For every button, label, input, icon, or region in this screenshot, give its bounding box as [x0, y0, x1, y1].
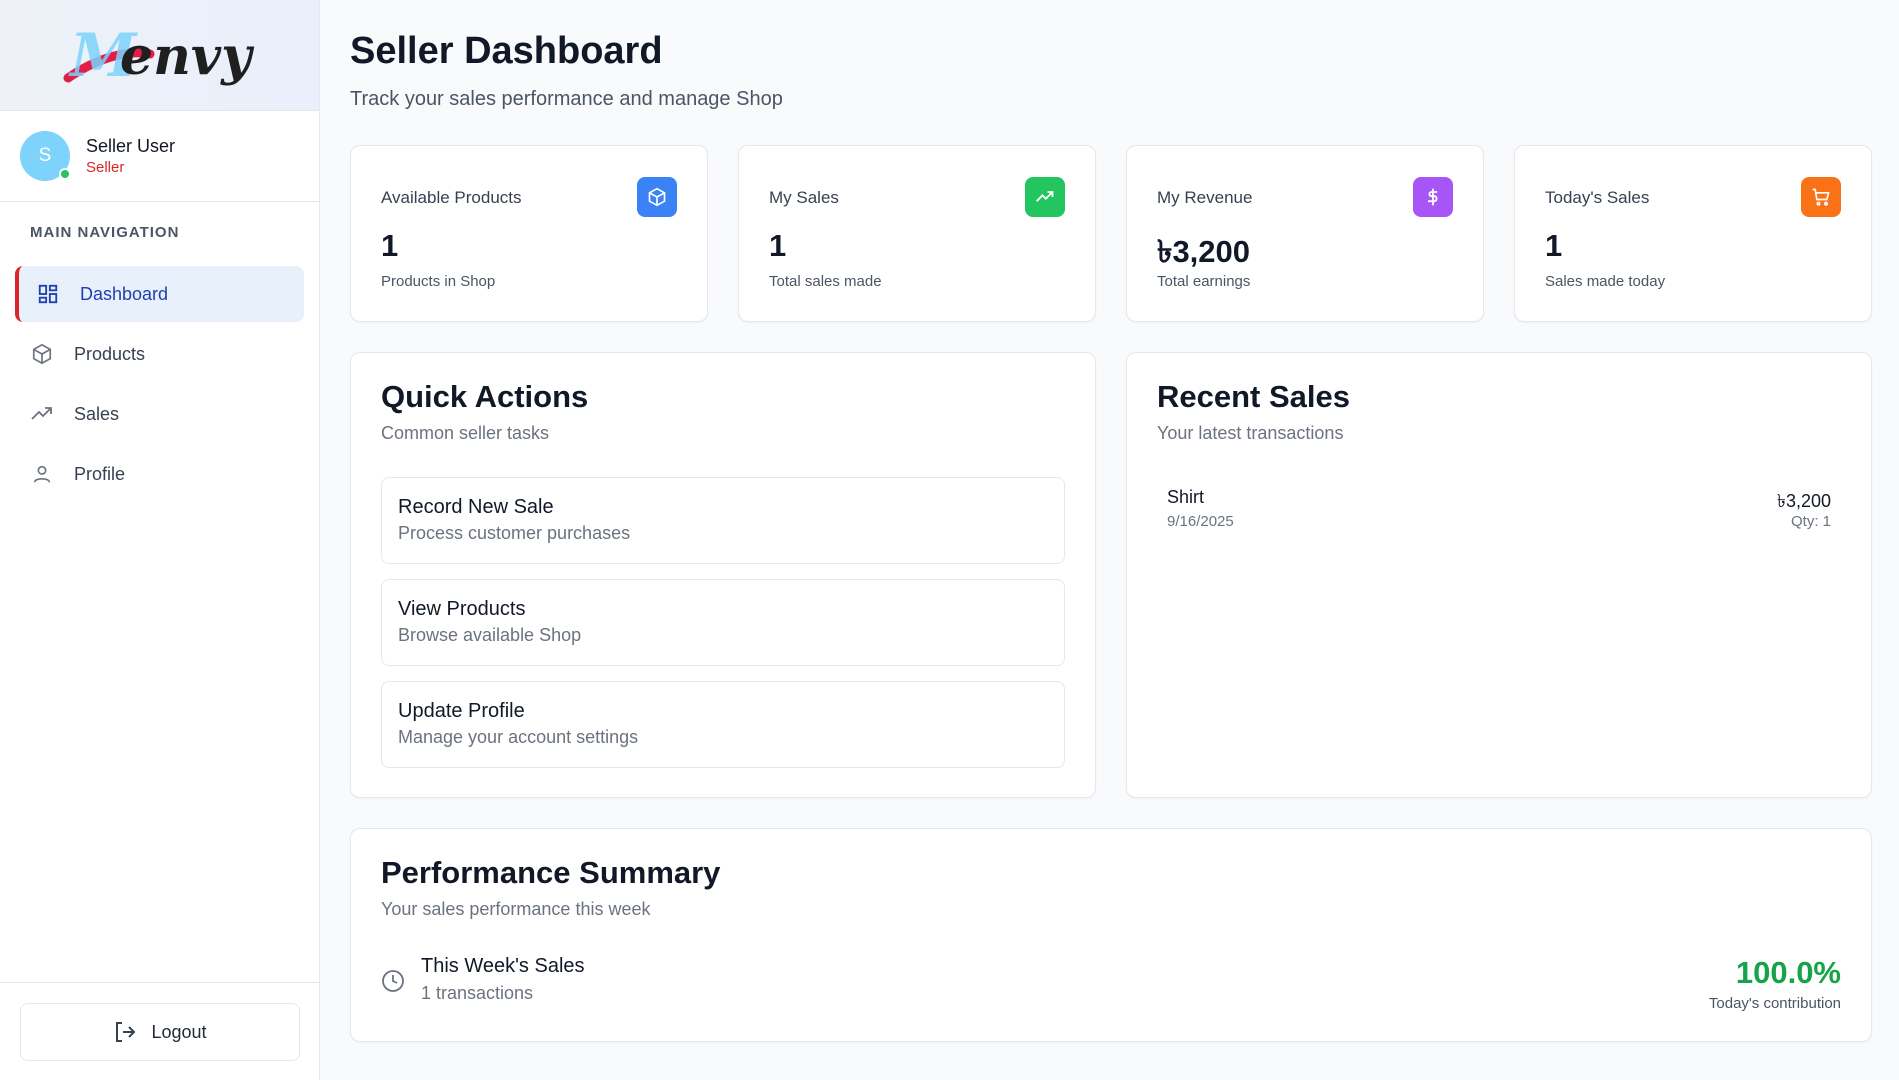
- brand-logo[interactable]: M envy: [60, 20, 260, 90]
- user-name: Seller User: [86, 136, 176, 156]
- stat-value: 1: [1545, 228, 1563, 263]
- recent-sales-title: Recent Sales: [1157, 379, 1350, 414]
- trending-up-icon: [30, 402, 54, 426]
- sidebar-item-products[interactable]: Products: [15, 326, 304, 382]
- action-subtitle: Manage your account settings: [398, 727, 639, 747]
- dollar-icon: [1413, 177, 1453, 217]
- package-icon: [30, 342, 54, 366]
- user-block: S Seller User Seller: [0, 111, 319, 202]
- sale-quantity: Qty: 1: [1790, 513, 1831, 530]
- sidebar-item-sales[interactable]: Sales: [15, 386, 304, 442]
- nav-heading: MAIN NAVIGATION: [30, 224, 180, 241]
- logout-icon: [113, 1020, 137, 1044]
- weekly-sales-count: 1 transactions: [421, 983, 534, 1003]
- trending-up-icon: [1025, 177, 1065, 217]
- page-title: Seller Dashboard: [350, 30, 663, 72]
- avatar[interactable]: S: [20, 131, 71, 181]
- contribution-percent: 100.0%: [1735, 955, 1841, 990]
- stat-card-available-products: Available Products 1 Products in Shop: [350, 145, 708, 322]
- logo-area: M envy: [0, 0, 319, 111]
- action-subtitle: Process customer purchases: [398, 523, 631, 543]
- sidebar-item-label: Products: [74, 343, 146, 364]
- recent-sales-card: Recent Sales Your latest transactions Sh…: [1126, 352, 1872, 798]
- performance-summary-card: Performance Summary Your sales performan…: [350, 828, 1872, 1042]
- contribution-note: Today's contribution: [1708, 995, 1841, 1012]
- record-new-sale-button[interactable]: Record New Sale Process customer purchas…: [381, 477, 1065, 564]
- sale-date: 9/16/2025: [1167, 513, 1234, 530]
- user-icon: [30, 462, 54, 486]
- action-title: View Products: [398, 598, 526, 620]
- svg-text:envy: envy: [120, 26, 255, 87]
- stat-note: Products in Shop: [381, 273, 496, 290]
- sale-product-name: Shirt: [1167, 487, 1205, 507]
- sidebar-item-label: Dashboard: [80, 283, 169, 304]
- weekly-sales-title: This Week's Sales: [421, 955, 585, 977]
- package-icon: [637, 177, 677, 217]
- logout-label: Logout: [151, 1021, 207, 1042]
- stat-label: My Revenue: [1157, 188, 1253, 207]
- sidebar-item-profile[interactable]: Profile: [15, 446, 304, 502]
- dashboard-grid-icon: [36, 282, 60, 306]
- page-subtitle: Track your sales performance and manage …: [350, 88, 783, 110]
- action-title: Record New Sale: [398, 496, 554, 518]
- quick-actions-card: Quick Actions Common seller tasks Record…: [350, 352, 1096, 798]
- sidebar-footer: Logout: [0, 982, 320, 1080]
- stat-card-todays-sales: Today's Sales 1 Sales made today: [1514, 145, 1872, 322]
- sidebar-item-label: Sales: [74, 403, 120, 424]
- logout-button[interactable]: Logout: [20, 1003, 300, 1061]
- view-products-button[interactable]: View Products Browse available Shop: [381, 579, 1065, 666]
- stat-note: Sales made today: [1545, 273, 1666, 290]
- quick-actions-subtitle: Common seller tasks: [381, 423, 550, 443]
- avatar-initial: S: [38, 145, 52, 166]
- update-profile-button[interactable]: Update Profile Manage your account setti…: [381, 681, 1065, 768]
- stat-note: Total earnings: [1157, 273, 1251, 290]
- sidebar-item-dashboard[interactable]: Dashboard: [15, 266, 304, 322]
- main-nav: Dashboard Products Sales Profile: [0, 266, 319, 502]
- stat-value: 1: [769, 228, 787, 263]
- stat-label: My Sales: [769, 188, 839, 207]
- stat-label: Today's Sales: [1545, 188, 1650, 207]
- performance-title: Performance Summary: [381, 855, 721, 890]
- stat-label: Available Products: [381, 188, 522, 207]
- list-item[interactable]: Shirt 9/16/2025 ৳3,200 Qty: 1: [1167, 487, 1831, 537]
- performance-subtitle: Your sales performance this week: [381, 899, 651, 919]
- stat-note: Total sales made: [769, 273, 882, 290]
- sidebar: M envy S Seller User Seller MAIN NAVIGAT…: [0, 0, 320, 1080]
- action-title: Update Profile: [398, 700, 525, 722]
- online-status-dot: [59, 168, 71, 180]
- clock-icon: [381, 969, 405, 998]
- stat-value: 1: [381, 228, 399, 263]
- quick-actions-title: Quick Actions: [381, 379, 589, 414]
- stat-card-my-revenue: My Revenue ৳3,200 Total earnings: [1126, 145, 1484, 322]
- sidebar-item-label: Profile: [74, 463, 126, 484]
- user-role: Seller: [86, 159, 125, 176]
- stat-card-my-sales: My Sales 1 Total sales made: [738, 145, 1096, 322]
- action-subtitle: Browse available Shop: [398, 625, 582, 645]
- recent-sales-subtitle: Your latest transactions: [1157, 423, 1344, 443]
- weekly-sales-row: This Week's Sales 1 transactions 100.0% …: [381, 955, 1841, 1012]
- cart-icon: [1801, 177, 1841, 217]
